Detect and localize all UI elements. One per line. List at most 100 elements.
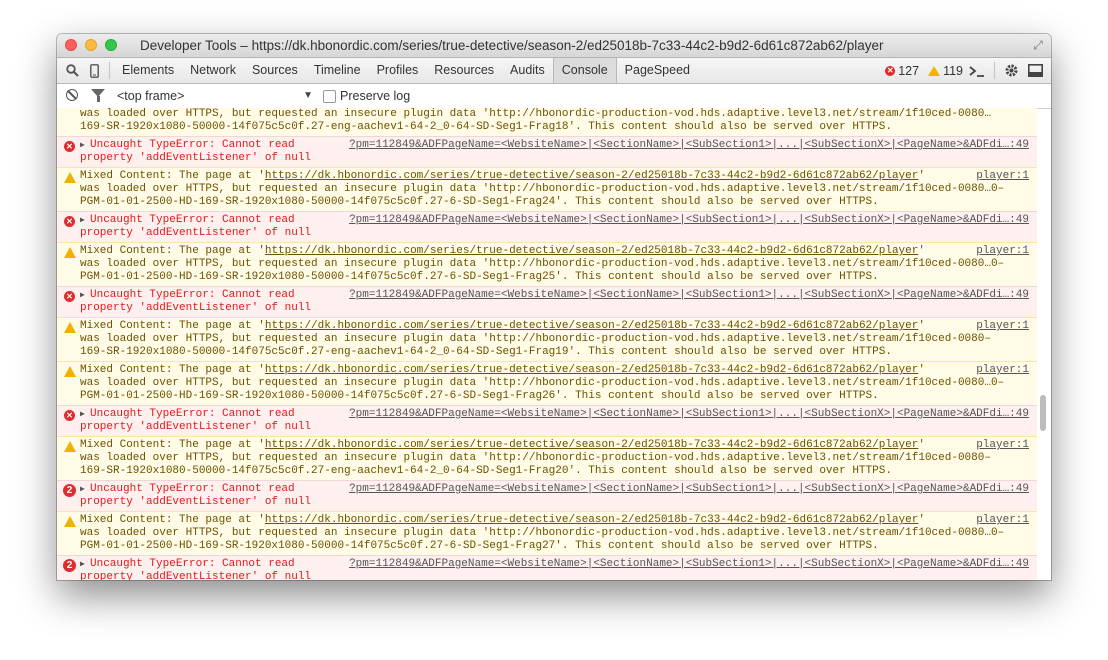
source-link[interactable]: ?pm=112849&ADFPageName=<WebsiteName>|<Se…	[349, 139, 1029, 152]
toolbar-divider-right	[994, 62, 995, 79]
close-window-button[interactable]	[65, 39, 77, 51]
tab-network[interactable]: Network	[182, 58, 244, 83]
tab-resources[interactable]: Resources	[426, 58, 502, 83]
tab-console[interactable]: Console	[552, 58, 617, 83]
dock-side-icon[interactable]	[1028, 58, 1043, 83]
source-link[interactable]: player:1	[976, 170, 1029, 183]
error-text-2: property 'addEventListener' of null	[80, 571, 312, 580]
frame-selector-value: <top frame>	[117, 89, 185, 103]
error-count-icon: ✕	[885, 65, 896, 76]
console-error[interactable]: 2 ▶ Uncaught TypeError: Cannot read prope…	[57, 555, 1037, 580]
source-link[interactable]: ?pm=112849&ADFPageName=<WebsiteName>|<Se…	[349, 289, 1029, 302]
page-url-link[interactable]: https://dk.hbonordic.com/series/true-det…	[265, 245, 919, 257]
expand-triangle-icon[interactable]: ▶	[80, 289, 90, 302]
warning-icon	[64, 441, 76, 452]
console-filter-bar: <top frame> ▼ Preserve log	[57, 84, 1051, 109]
tab-pagespeed[interactable]: PageSpeed	[617, 58, 698, 83]
warning-suffix: '	[918, 439, 925, 451]
scrollbar-thumb[interactable]	[1040, 395, 1046, 431]
page-url-link[interactable]: https://dk.hbonordic.com/series/true-det…	[265, 364, 919, 376]
device-mode-icon[interactable]	[83, 58, 105, 83]
source-link[interactable]: player:1	[976, 364, 1029, 377]
console-warning[interactable]: Mixed Content: The page at 'https://dk.h…	[57, 242, 1037, 286]
source-link[interactable]: ?pm=112849&ADFPageName=<WebsiteName>|<Se…	[349, 408, 1029, 421]
console-warning[interactable]: Mixed Content: The page at 'https://dk.h…	[57, 317, 1037, 361]
source-link[interactable]: player:1	[976, 245, 1029, 258]
preserve-log-toggle[interactable]: Preserve log	[323, 84, 410, 108]
message-line: was loaded over HTTPS, but requested an …	[80, 108, 991, 120]
message-line: was loaded over HTTPS, but requested an …	[80, 183, 1005, 195]
settings-gear-icon[interactable]	[1004, 58, 1019, 83]
console-error[interactable]: ✕ ▶ Uncaught TypeError: Cannot read prope…	[57, 405, 1037, 436]
inspect-search-icon[interactable]	[61, 58, 83, 83]
preserve-log-checkbox[interactable]	[323, 89, 336, 103]
page-url-link[interactable]: https://dk.hbonordic.com/series/true-det…	[265, 170, 919, 182]
title-bar: Developer Tools – https://dk.hbonordic.c…	[57, 34, 1051, 58]
filter-icon[interactable]	[91, 89, 105, 102]
error-text-2: property 'addEventListener' of null	[80, 152, 312, 164]
clear-console-icon[interactable]	[66, 89, 78, 101]
zoom-window-button[interactable]	[105, 39, 117, 51]
console-warning[interactable]: Mixed Content: The page at 'https://dk.h…	[57, 511, 1037, 555]
console-warning[interactable]: Mixed Content: The page at 'https://dk.h…	[57, 436, 1037, 480]
error-text-2: property 'addEventListener' of null	[80, 302, 312, 314]
console-error[interactable]: 2 ▶ Uncaught TypeError: Cannot read prope…	[57, 480, 1037, 511]
frame-selector[interactable]: <top frame> ▼	[117, 84, 313, 108]
error-text: Uncaught TypeError: Cannot read	[90, 214, 295, 226]
warning-suffix: '	[918, 514, 925, 526]
window-title: Developer Tools – https://dk.hbonordic.c…	[140, 38, 884, 53]
warning-suffix: '	[918, 170, 925, 182]
expand-triangle-icon[interactable]: ▶	[80, 483, 90, 496]
warning-icon	[64, 322, 76, 333]
warning-count-icon	[928, 65, 941, 76]
message-line: PGM-01-01-2500-HD-169-SR-1920x1080-50000…	[80, 540, 879, 552]
expand-triangle-icon[interactable]: ▶	[80, 214, 90, 227]
source-link[interactable]: player:1	[976, 320, 1029, 333]
source-link[interactable]: ?pm=112849&ADFPageName=<WebsiteName>|<Se…	[349, 558, 1029, 571]
expand-triangle-icon[interactable]: ▶	[80, 139, 90, 152]
tab-elements[interactable]: Elements	[114, 58, 182, 83]
console-scrollbar[interactable]	[1038, 108, 1048, 580]
console-error[interactable]: ✕ ▶ Uncaught TypeError: Cannot read prope…	[57, 286, 1037, 317]
fullscreen-icon[interactable]: ⤢	[1031, 38, 1045, 52]
warning-prefix: Mixed Content: The page at '	[80, 364, 265, 376]
console-messages: was loaded over HTTPS, but requested an …	[57, 108, 1037, 580]
source-link[interactable]: player:1	[976, 439, 1029, 452]
expand-triangle-icon[interactable]: ▶	[80, 408, 90, 421]
message-line: was loaded over HTTPS, but requested an …	[80, 452, 991, 464]
source-link[interactable]: ?pm=112849&ADFPageName=<WebsiteName>|<Se…	[349, 214, 1029, 227]
window-controls	[65, 39, 117, 51]
warning-suffix: '	[918, 245, 925, 257]
console-warning[interactable]: Mixed Content: The page at 'https://dk.h…	[57, 361, 1037, 405]
minimize-window-button[interactable]	[85, 39, 97, 51]
page-url-link[interactable]: https://dk.hbonordic.com/series/true-det…	[265, 320, 919, 332]
console-warning[interactable]: was loaded over HTTPS, but requested an …	[57, 108, 1037, 136]
message-line: PGM-01-01-2500-HD-169-SR-1920x1080-50000…	[80, 196, 879, 208]
console-warning[interactable]: Mixed Content: The page at 'https://dk.h…	[57, 167, 1037, 211]
message-line: 169-SR-1920x1080-50000-14f075c5c0f.27-en…	[80, 346, 892, 358]
error-text-2: property 'addEventListener' of null	[80, 421, 312, 433]
error-text-2: property 'addEventListener' of null	[80, 496, 312, 508]
warning-prefix: Mixed Content: The page at '	[80, 170, 265, 182]
tab-timeline[interactable]: Timeline	[306, 58, 369, 83]
tab-audits[interactable]: Audits	[502, 58, 553, 83]
tab-profiles[interactable]: Profiles	[369, 58, 427, 83]
expand-triangle-icon[interactable]: ▶	[80, 558, 90, 571]
message-counts[interactable]: ✕ 127 119	[885, 58, 963, 83]
source-link[interactable]: player:1	[976, 514, 1029, 527]
message-line: PGM-01-01-2500-HD-169-SR-1920x1080-50000…	[80, 390, 879, 402]
warning-prefix: Mixed Content: The page at '	[80, 514, 265, 526]
drawer-toggle-icon[interactable]	[969, 58, 985, 83]
page-url-link[interactable]: https://dk.hbonordic.com/series/true-det…	[265, 439, 919, 451]
message-line: was loaded over HTTPS, but requested an …	[80, 333, 991, 345]
error-text: Uncaught TypeError: Cannot read	[90, 408, 295, 420]
console-error[interactable]: ✕ ▶ Uncaught TypeError: Cannot read prope…	[57, 211, 1037, 242]
message-line: was loaded over HTTPS, but requested an …	[80, 258, 1005, 270]
console-error[interactable]: ✕ ▶ Uncaught TypeError: Cannot read prope…	[57, 136, 1037, 167]
tab-sources[interactable]: Sources	[244, 58, 306, 83]
source-link[interactable]: ?pm=112849&ADFPageName=<WebsiteName>|<Se…	[349, 483, 1029, 496]
error-icon: ✕	[64, 216, 75, 227]
warning-prefix: Mixed Content: The page at '	[80, 320, 265, 332]
page-url-link[interactable]: https://dk.hbonordic.com/series/true-det…	[265, 514, 919, 526]
dropdown-arrow-icon: ▼	[303, 90, 313, 101]
